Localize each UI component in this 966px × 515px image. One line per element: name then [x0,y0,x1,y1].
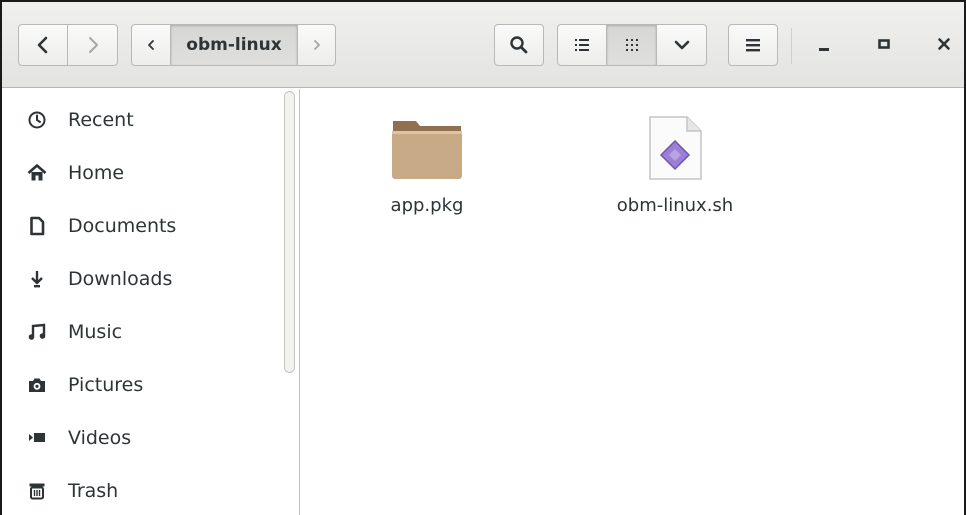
path-previous-button[interactable] [131,24,171,66]
search-button[interactable] [494,24,544,66]
list-view-button[interactable] [557,24,607,66]
close-button[interactable] [924,24,964,64]
sidebar-item-label: Videos [68,427,132,449]
search-icon [510,36,528,54]
document-icon [26,215,48,237]
sidebar-item-downloads[interactable]: Downloads [2,253,284,305]
header-separator [791,28,792,64]
file-manager-window: obm-linux Recent Home Documents Download… [0,0,966,515]
list-view-icon [575,39,589,51]
header-bar: obm-linux [2,2,964,88]
sidebar-scrollbar[interactable] [284,91,295,373]
sidebar-item-trash[interactable]: Trash [2,465,284,515]
music-icon [26,321,48,343]
close-icon [938,38,950,50]
places-sidebar: Recent Home Documents Downloads Music Pi… [2,89,300,515]
sidebar-item-label: Pictures [68,374,144,396]
grid-view-icon [625,39,638,51]
current-location-label: obm-linux [186,35,282,55]
path-next-button[interactable] [298,24,336,66]
chevron-down-icon [674,40,689,50]
camera-icon [26,374,48,396]
forward-button[interactable] [68,24,118,66]
file-view: app.pkg obm-linux.sh [301,89,964,515]
download-icon [26,268,48,290]
view-options-button[interactable] [657,24,707,66]
minimize-icon [819,48,829,51]
file-name: obm-linux.sh [616,195,734,216]
maximize-button[interactable] [864,24,904,64]
sidebar-item-label: Recent [68,109,134,131]
clock-icon [26,109,48,131]
sidebar-item-pictures[interactable]: Pictures [2,359,284,411]
menu-button[interactable] [728,24,778,66]
trash-icon [26,480,48,502]
sidebar-item-label: Music [68,321,123,343]
sidebar-item-label: Home [68,162,125,184]
sidebar-item-home[interactable]: Home [2,147,284,199]
folder-icon [387,105,467,181]
grid-view-button[interactable] [607,24,657,66]
maximize-icon [878,39,890,49]
small-chevron-right-icon [313,40,320,50]
hamburger-menu-icon [746,39,760,52]
sidebar-item-videos[interactable]: Videos [2,412,284,464]
path-bar-location-button[interactable]: obm-linux [171,24,298,66]
file-item-obm-linux-sh[interactable]: obm-linux.sh [595,105,755,216]
sidebar-item-recent[interactable]: Recent [2,94,284,146]
chevron-right-icon [88,37,98,53]
small-chevron-left-icon [148,40,154,50]
sidebar-item-label: Documents [68,215,177,237]
video-icon [26,427,48,449]
back-button[interactable] [18,24,68,66]
home-icon [26,162,48,184]
script-file-icon [635,105,715,181]
sidebar-item-label: Downloads [68,268,173,290]
sidebar-item-label: Trash [68,480,119,502]
sidebar-item-documents[interactable]: Documents [2,200,284,252]
file-item-app-pkg[interactable]: app.pkg [347,105,507,216]
file-name: app.pkg [390,195,464,216]
minimize-button[interactable] [804,24,844,64]
sidebar-item-music[interactable]: Music [2,306,284,358]
chevron-left-icon [37,36,48,54]
